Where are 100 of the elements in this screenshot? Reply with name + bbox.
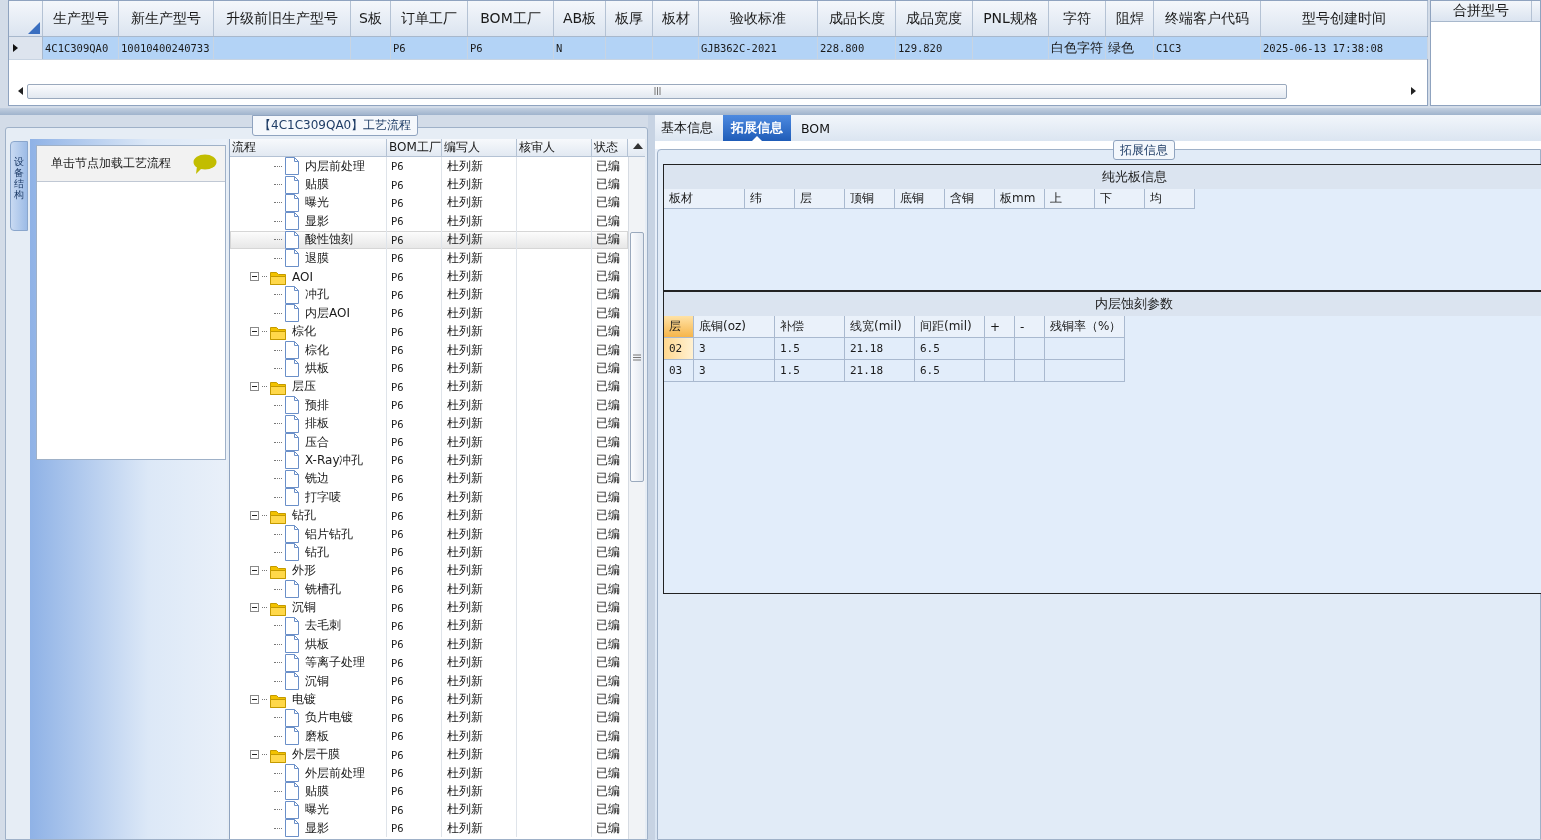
scroll-left-icon[interactable] <box>17 86 25 96</box>
tree-node-label[interactable]: 显影 <box>305 212 329 230</box>
tree-node-label[interactable]: 电镀 <box>292 691 316 708</box>
column-header[interactable]: + <box>985 316 1015 338</box>
collapse-icon[interactable] <box>250 382 259 392</box>
tree-row[interactable]: 外层前处理 P6 杜列新 已编 <box>230 763 628 783</box>
tree-node-label[interactable]: 层压 <box>292 378 316 396</box>
tree-node-label[interactable]: 内层前处理 <box>305 157 365 175</box>
column-header[interactable]: 成品长度 <box>818 1 896 36</box>
column-header[interactable]: 残铜率（%） <box>1045 316 1125 338</box>
column-header[interactable]: 层 <box>664 316 694 338</box>
tree-row[interactable]: 磨板 P6 杜列新 已编 <box>230 727 628 746</box>
tree-row[interactable]: 铝片钻孔 P6 杜列新 已编 <box>230 524 628 544</box>
tree-row[interactable]: 压合 P6 杜列新 已编 <box>230 432 628 452</box>
collapse-icon[interactable] <box>250 695 259 704</box>
row-header[interactable]: 02 <box>664 338 694 360</box>
column-header[interactable]: 生产型号 <box>43 1 119 36</box>
tree-node-label[interactable]: 钻孔 <box>292 507 316 525</box>
column-header[interactable]: 板材 <box>653 1 699 36</box>
tree-node-label[interactable]: 排板 <box>305 415 329 433</box>
tree-node-label[interactable]: 打字唛 <box>305 488 341 506</box>
column-header[interactable]: AB板 <box>554 1 606 36</box>
tree-node-label[interactable]: 钻孔 <box>305 543 329 561</box>
tree-row[interactable]: AOI P6 杜列新 已编 <box>230 267 628 286</box>
column-header[interactable]: 核审人 <box>517 139 592 156</box>
tree-row[interactable]: 层压 P6 杜列新 已编 <box>230 377 628 397</box>
tree-node-label[interactable]: 曝光 <box>305 801 329 819</box>
tree-node-label[interactable]: 棕化 <box>292 323 316 341</box>
side-tab[interactable]: 设备结构 <box>10 141 28 231</box>
tree-node-label[interactable]: 贴膜 <box>305 782 329 800</box>
table-row[interactable]: 4C1C309QA0 10010400240733 P6 P6 N GJB362C-2021 228.800 129.820 白色字符 绿色 C1C3 2025-06-13 17:38:08 <box>9 37 1427 60</box>
column-header[interactable]: 补偿 <box>775 316 845 338</box>
column-header[interactable]: 顶铜 <box>845 189 895 209</box>
tree-row[interactable]: 内层前处理 P6 杜列新 已编 <box>230 157 628 176</box>
tree-row[interactable]: 外形 P6 杜列新 已编 <box>230 561 628 580</box>
tree-node-label[interactable]: 磨板 <box>305 727 329 745</box>
column-header[interactable]: 间距(mil) <box>915 316 985 338</box>
tree-node-label[interactable]: 外层干膜 <box>292 746 340 764</box>
collapse-icon[interactable] <box>250 603 259 613</box>
tree-row[interactable]: 曝光 P6 杜列新 已编 <box>230 193 628 213</box>
tree-row[interactable]: 曝光 P6 杜列新 已编 <box>230 800 628 820</box>
tree-node-label[interactable]: 去毛刺 <box>305 617 341 635</box>
tree-node-label[interactable]: 外层前处理 <box>305 764 365 782</box>
column-header[interactable]: 流程 <box>230 139 387 156</box>
tree-node-label[interactable]: 压合 <box>305 433 329 451</box>
tree-row[interactable]: 打字唛 P6 杜列新 已编 <box>230 488 628 507</box>
tree-node-label[interactable]: 曝光 <box>305 194 329 212</box>
tree-node-label[interactable]: AOI <box>292 269 313 284</box>
tree-row[interactable]: 烘板 P6 杜列新 已编 <box>230 359 628 378</box>
tree-row[interactable]: 烘板 P6 杜列新 已编 <box>230 635 628 654</box>
tree-node-label[interactable]: 烘板 <box>305 360 329 377</box>
tree-node-label[interactable]: 贴膜 <box>305 176 329 194</box>
column-header[interactable]: 终端客户代码 <box>1154 1 1261 36</box>
tree-row[interactable]: 贴膜 P6 杜列新 已编 <box>230 782 628 801</box>
tree-row[interactable]: 钻孔 P6 杜列新 已编 <box>230 506 628 525</box>
tree-node-label[interactable]: 酸性蚀刻 <box>305 231 353 249</box>
tab[interactable]: 基本信息 <box>655 115 719 141</box>
tree-row[interactable]: 棕化 P6 杜列新 已编 <box>230 340 628 360</box>
tree-node-label[interactable]: 退膜 <box>305 249 329 267</box>
column-header[interactable]: - <box>1015 316 1045 338</box>
column-header[interactable]: 字符 <box>1049 1 1106 36</box>
tree-row[interactable]: 显影 P6 杜列新 已编 <box>230 819 628 838</box>
tree-row[interactable]: 等离子处理 P6 杜列新 已编 <box>230 653 628 672</box>
tree-row[interactable]: 钻孔 P6 杜列新 已编 <box>230 543 628 562</box>
tree-row[interactable]: 棕化 P6 杜列新 已编 <box>230 322 628 341</box>
column-header[interactable]: 板mm <box>995 189 1045 209</box>
column-header[interactable]: 编写人 <box>442 139 517 156</box>
tree-node-label[interactable]: X-Ray冲孔 <box>305 451 364 469</box>
tree-node-label[interactable]: 沉铜 <box>292 599 316 617</box>
scroll-right-icon[interactable] <box>1409 86 1417 96</box>
tree-row[interactable]: 去毛刺 P6 杜列新 已编 <box>230 616 628 636</box>
scroll-up-icon[interactable] <box>633 143 643 149</box>
collapse-icon[interactable] <box>250 511 259 521</box>
scrollbar-thumb[interactable] <box>27 83 1287 99</box>
tree-row[interactable]: 贴膜 P6 杜列新 已编 <box>230 175 628 194</box>
column-header[interactable]: 升级前旧生产型号 <box>214 1 351 36</box>
tree-node-label[interactable]: 显影 <box>305 819 329 837</box>
column-header[interactable]: 验收标准 <box>699 1 818 36</box>
column-header[interactable]: 底铜 <box>895 189 945 209</box>
scrollbar-thumb[interactable] <box>630 232 644 482</box>
column-header[interactable]: 阻焊 <box>1106 1 1154 36</box>
row-header[interactable]: 03 <box>664 360 694 382</box>
column-header[interactable]: 状态 <box>592 139 628 156</box>
collapse-icon[interactable] <box>250 327 259 337</box>
column-header[interactable]: 订单工厂 <box>391 1 468 36</box>
tree-node-label[interactable]: 预排 <box>305 396 329 414</box>
column-header[interactable]: 板厚 <box>606 1 653 36</box>
column-header[interactable]: S板 <box>351 1 391 36</box>
tree-row[interactable]: 铣边 P6 杜列新 已编 <box>230 469 628 489</box>
column-header[interactable]: 含铜 <box>945 189 995 209</box>
tree-row[interactable]: 外层干膜 P6 杜列新 已编 <box>230 745 628 764</box>
tree-node-label[interactable]: 负片电镀 <box>305 709 353 727</box>
tree-node-label[interactable]: 铣边 <box>305 470 329 488</box>
tab[interactable]: 拓展信息 <box>723 115 791 141</box>
tree-node-label[interactable]: 铣槽孔 <box>305 580 341 598</box>
tree-row[interactable]: 预排 P6 杜列新 已编 <box>230 396 628 415</box>
tree-row[interactable]: 负片电镀 P6 杜列新 已编 <box>230 708 628 728</box>
column-header[interactable]: 新生产型号 <box>119 1 214 36</box>
tree-node-label[interactable]: 冲孔 <box>305 286 329 304</box>
tab[interactable]: BOM <box>795 115 836 141</box>
